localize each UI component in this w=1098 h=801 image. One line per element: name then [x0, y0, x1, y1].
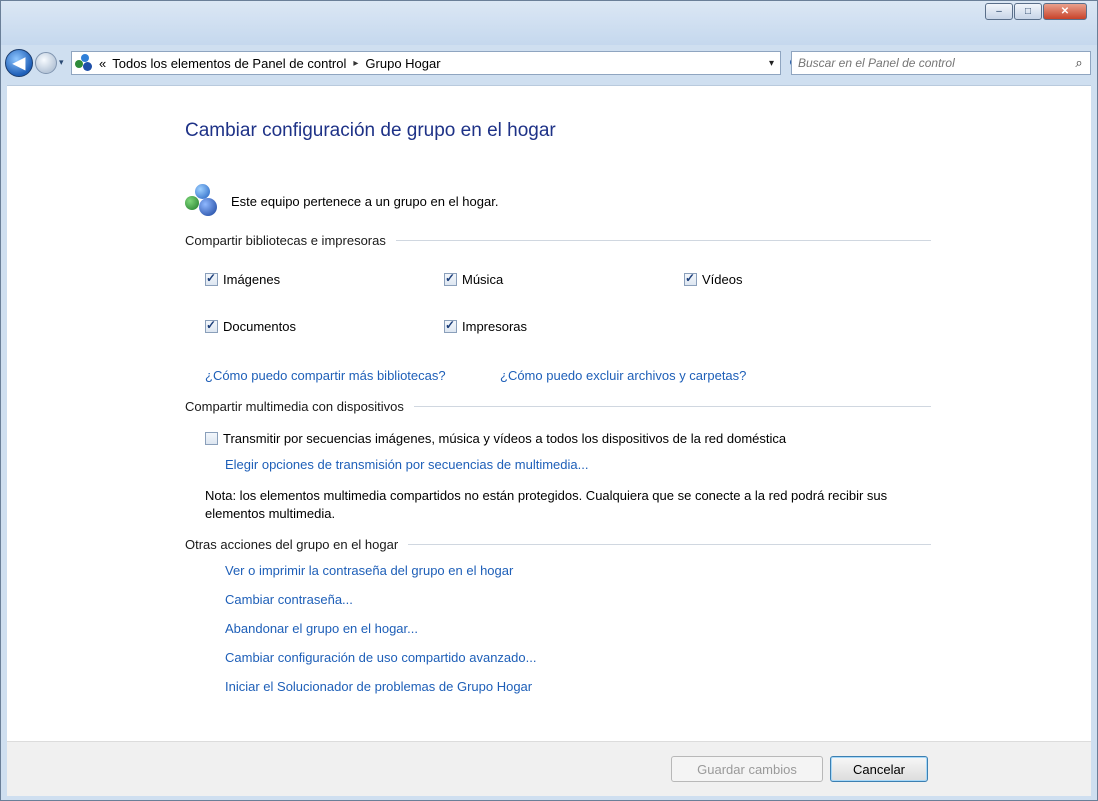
- back-button[interactable]: ◀: [5, 49, 33, 77]
- divider: [395, 240, 931, 241]
- address-dropdown-icon[interactable]: ▾: [769, 58, 774, 69]
- checkbox-label: Impresoras: [462, 319, 528, 334]
- homegroup-small-icon: [75, 54, 93, 72]
- media-section-header: Compartir multimedia con dispositivos: [185, 399, 931, 414]
- checkbox-videos[interactable]: Vídeos: [684, 271, 743, 287]
- breadcrumb-separator-icon[interactable]: ▸: [353, 58, 358, 69]
- page-title: Cambiar configuración de grupo en el hog…: [185, 120, 556, 141]
- control-panel-window: – □ ✕ ◀ ▾ « Todos los elementos de Panel…: [0, 0, 1098, 801]
- address-bar[interactable]: « Todos los elementos de Panel de contro…: [71, 51, 781, 75]
- stream-options-link[interactable]: Elegir opciones de transmisión por secue…: [225, 457, 588, 472]
- search-box[interactable]: ⌕: [791, 51, 1091, 75]
- title-bar: – □ ✕: [1, 1, 1097, 45]
- exclude-files-link[interactable]: ¿Cómo puedo excluir archivos y carpetas?: [500, 368, 746, 383]
- breadcrumb-homegroup[interactable]: Grupo Hogar: [365, 56, 440, 71]
- media-note: Nota: los elementos multimedia compartid…: [205, 488, 888, 521]
- checkbox-box[interactable]: [205, 271, 218, 286]
- cancel-button[interactable]: Cancelar: [830, 756, 928, 782]
- search-icon[interactable]: ⌕: [1068, 55, 1090, 71]
- homegroup-icon: [185, 184, 219, 218]
- view-password-link[interactable]: Ver o imprimir la contraseña del grupo e…: [225, 563, 513, 578]
- maximize-button[interactable]: □: [1014, 3, 1042, 20]
- checkbox-label: Documentos: [223, 319, 296, 334]
- other-section-title: Otras acciones del grupo en el hogar: [185, 537, 399, 552]
- media-section-title: Compartir multimedia con dispositivos: [185, 399, 404, 414]
- content-pane: Cambiar configuración de grupo en el hog…: [7, 85, 1091, 741]
- checkbox-documents[interactable]: Documentos: [205, 318, 296, 334]
- search-input[interactable]: [792, 55, 1068, 71]
- homegroup-status: Este equipo pertenece a un grupo en el h…: [185, 184, 498, 218]
- breadcrumb-control-panel[interactable]: Todos los elementos de Panel de control: [112, 56, 346, 71]
- divider: [413, 406, 931, 407]
- footer-bar: Guardar cambios Cancelar: [7, 741, 1091, 796]
- other-section-header: Otras acciones del grupo en el hogar: [185, 537, 931, 552]
- checkbox-box[interactable]: [444, 318, 457, 333]
- forward-button[interactable]: [35, 52, 57, 74]
- share-section-header: Compartir bibliotecas e impresoras: [185, 233, 931, 248]
- checkbox-box[interactable]: [684, 271, 697, 286]
- divider: [408, 544, 931, 545]
- checkbox-music[interactable]: Música: [444, 271, 504, 287]
- history-dropdown-icon[interactable]: ▾: [59, 57, 64, 68]
- checkbox-stream-media[interactable]: Transmitir por secuencias imágenes, músi…: [205, 431, 786, 446]
- checkbox-printers[interactable]: Impresoras: [444, 318, 528, 334]
- advanced-sharing-link[interactable]: Cambiar configuración de uso compartido …: [225, 650, 536, 665]
- troubleshooter-link[interactable]: Iniciar el Solucionador de problemas de …: [225, 679, 532, 694]
- navigation-bar: ◀ ▾ « Todos los elementos de Panel de co…: [5, 49, 1091, 79]
- checkbox-box[interactable]: [205, 432, 218, 445]
- minimize-button[interactable]: –: [985, 3, 1013, 20]
- checkbox-label: Música: [462, 272, 504, 287]
- window-controls: – □ ✕: [985, 3, 1087, 20]
- share-section-title: Compartir bibliotecas e impresoras: [185, 233, 386, 248]
- checkbox-images[interactable]: Imágenes: [205, 271, 281, 287]
- leave-homegroup-link[interactable]: Abandonar el grupo en el hogar...: [225, 621, 418, 636]
- change-password-link[interactable]: Cambiar contraseña...: [225, 592, 353, 607]
- share-more-libraries-link[interactable]: ¿Cómo puedo compartir más bibliotecas?: [205, 368, 446, 383]
- checkbox-label: Imágenes: [223, 272, 281, 287]
- checkbox-label: Transmitir por secuencias imágenes, músi…: [223, 431, 787, 446]
- checkbox-label: Vídeos: [702, 272, 743, 287]
- checkbox-box[interactable]: [444, 271, 457, 286]
- save-changes-button[interactable]: Guardar cambios: [671, 756, 823, 782]
- status-text: Este equipo pertenece a un grupo en el h…: [231, 193, 499, 209]
- close-button[interactable]: ✕: [1043, 3, 1087, 20]
- address-prefix-icon[interactable]: «: [99, 56, 106, 71]
- checkbox-box[interactable]: [205, 318, 218, 333]
